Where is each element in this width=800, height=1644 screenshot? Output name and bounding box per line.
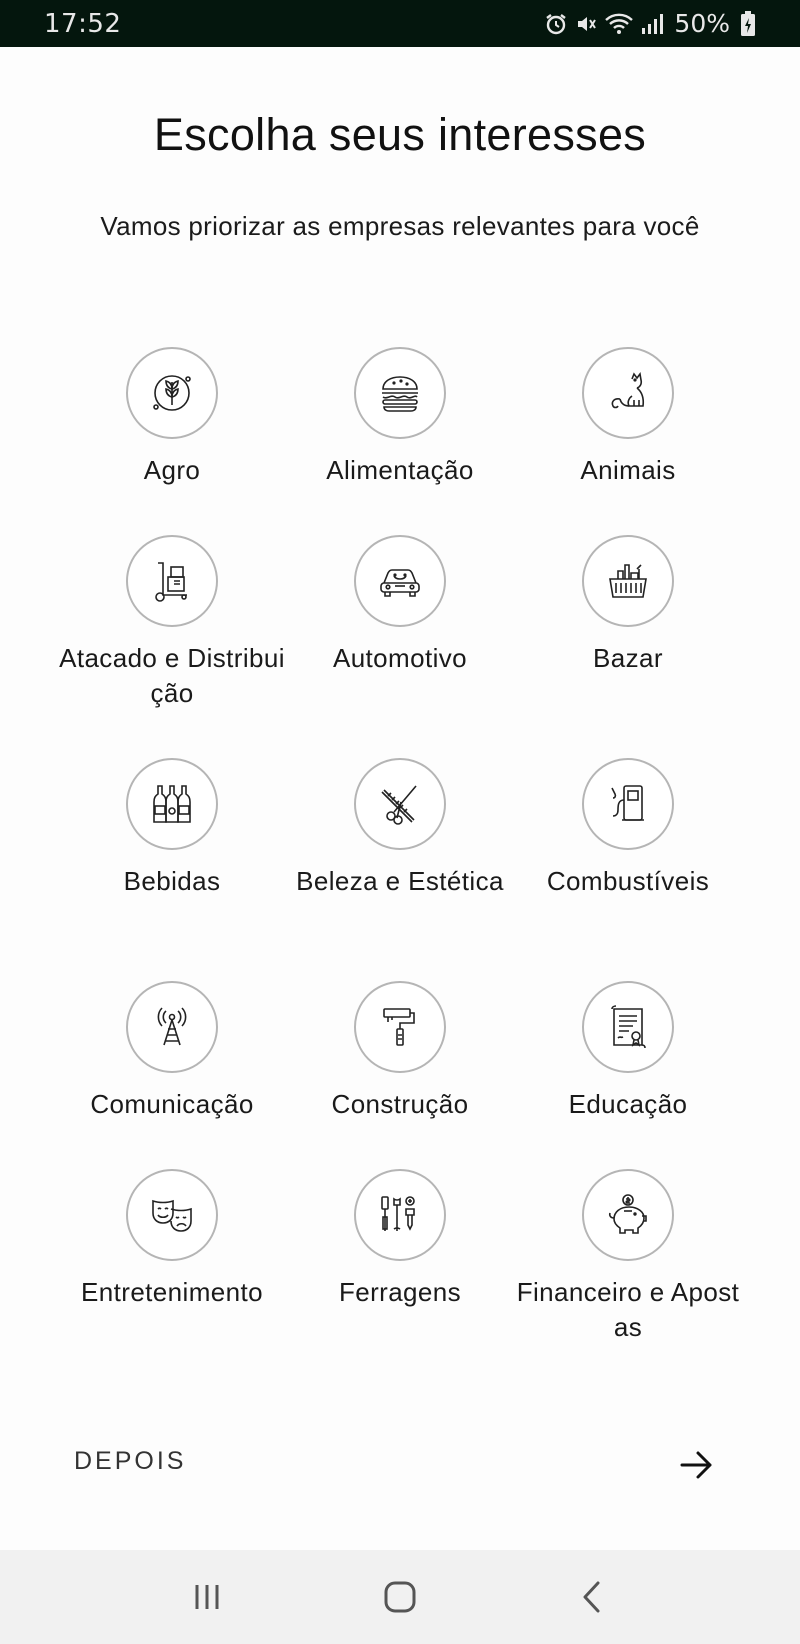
category-comunicacao[interactable]: Comunicação [58, 981, 286, 1169]
page-subtitle: Vamos priorizar as empresas relevantes p… [100, 211, 700, 241]
car-icon [380, 569, 420, 597]
alarm-icon [544, 12, 568, 36]
category-icon-circle [126, 981, 218, 1073]
basket-icon [609, 564, 647, 598]
category-entretenimento[interactable]: Entretenimento [58, 1169, 286, 1392]
category-label: Alimentação [326, 455, 474, 485]
category-label: Animais [580, 455, 676, 485]
category-icon-circle [582, 981, 674, 1073]
piggy-bank-icon [608, 1194, 647, 1234]
status-bar: 17:52 50% [0, 0, 800, 47]
category-icon-circle [126, 347, 218, 439]
burger-icon [382, 376, 418, 412]
tools-icon [381, 1196, 415, 1231]
category-label: Comunicação [90, 1089, 254, 1119]
category-icon-circle [354, 758, 446, 850]
cat-icon [611, 372, 645, 409]
category-bazar[interactable]: Bazar [514, 535, 742, 758]
mute-icon [574, 12, 598, 36]
hand-truck-icon [155, 562, 187, 602]
status-icons: 50% [544, 9, 756, 38]
category-label: Bazar [593, 643, 663, 673]
category-icon-circle [354, 347, 446, 439]
category-bebidas[interactable]: Bebidas [58, 758, 286, 981]
back-icon [583, 1581, 600, 1613]
arrow-right-icon [680, 1451, 712, 1479]
category-atacado-distribuicao[interactable]: Atacado e Distribuição [58, 535, 286, 758]
category-ferragens[interactable]: Ferragens [286, 1169, 514, 1392]
scissors-comb-icon [381, 785, 417, 825]
category-icon-circle [126, 758, 218, 850]
category-construcao[interactable]: Construção [286, 981, 514, 1169]
category-label: Financeiro e Apostas [516, 1277, 740, 1342]
recent-apps-button[interactable] [177, 1567, 237, 1627]
next-button[interactable] [676, 1445, 716, 1485]
recent-apps-icon [195, 1585, 219, 1609]
category-alimentacao[interactable]: Alimentação [286, 347, 514, 535]
category-icon-circle [582, 535, 674, 627]
category-icon-circle [582, 1169, 674, 1261]
theater-masks-icon [152, 1199, 192, 1232]
category-label: Entretenimento [81, 1277, 263, 1307]
home-button[interactable] [370, 1567, 430, 1627]
navigation-bar [0, 1550, 800, 1644]
category-label: Agro [143, 455, 201, 485]
category-grid: Agro Alimentação Animais Atacado e Distr… [58, 347, 742, 1392]
diploma-icon [611, 1005, 646, 1049]
home-icon [384, 1581, 416, 1613]
antenna-tower-icon [157, 1007, 187, 1046]
category-icon-circle [582, 758, 674, 850]
category-label: Educação [568, 1089, 688, 1119]
category-icon-circle [354, 535, 446, 627]
category-financeiro-apostas[interactable]: Financeiro e Apostas [514, 1169, 742, 1392]
back-button[interactable] [563, 1567, 623, 1627]
category-label: Combustíveis [546, 866, 710, 896]
wheat-icon [153, 375, 191, 411]
category-icon-circle [354, 981, 446, 1073]
category-icon-circle [354, 1169, 446, 1261]
category-agro[interactable]: Agro [58, 347, 286, 535]
interests-screen: Escolha seus interesses Vamos priorizar … [0, 47, 800, 1550]
category-icon-circle [126, 1169, 218, 1261]
category-label: Ferragens [338, 1277, 462, 1307]
category-beleza-estetica[interactable]: Beleza e Estética [286, 758, 514, 981]
category-educacao[interactable]: Educação [514, 981, 742, 1169]
category-label: Beleza e Estética [296, 866, 504, 896]
later-button[interactable]: DEPOIS [74, 1447, 186, 1476]
status-time: 17:52 [44, 8, 122, 39]
category-combustiveis[interactable]: Combustíveis [514, 758, 742, 981]
category-label: Automotivo [332, 643, 468, 673]
wifi-icon [604, 12, 634, 36]
category-icon-circle [582, 347, 674, 439]
category-automotivo[interactable]: Automotivo [286, 535, 514, 758]
bottles-icon [153, 785, 191, 823]
page-title: Escolha seus interesses [153, 109, 647, 160]
category-label: Atacado e Distribuição [59, 643, 285, 708]
fuel-pump-icon [611, 785, 644, 821]
battery-icon [740, 10, 756, 37]
paint-roller-icon [383, 1008, 415, 1046]
signal-icon [640, 12, 664, 36]
category-label: Bebidas [123, 866, 221, 896]
category-label: Construção [331, 1089, 469, 1119]
battery-percent: 50% [674, 9, 730, 38]
category-animais[interactable]: Animais [514, 347, 742, 535]
category-icon-circle [126, 535, 218, 627]
